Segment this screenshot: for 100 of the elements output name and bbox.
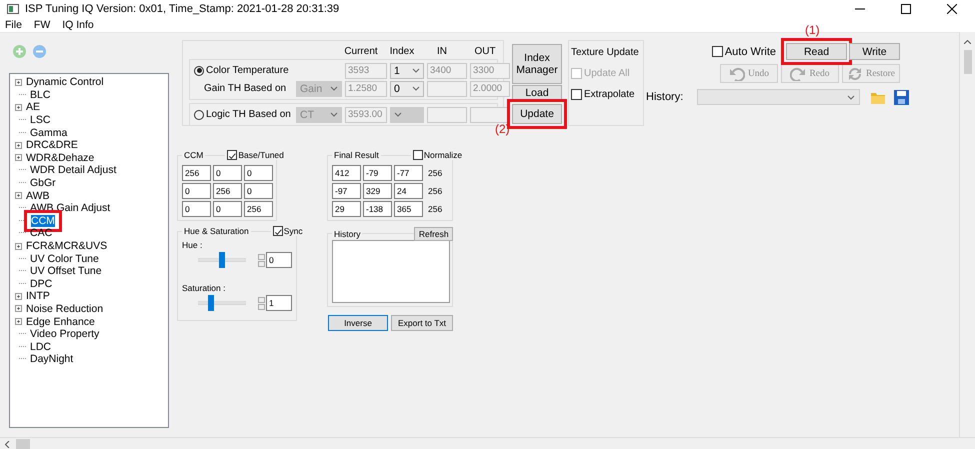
expand-icon[interactable] — [15, 242, 22, 250]
matrix-cell[interactable]: 0 — [182, 201, 211, 217]
tree-item[interactable]: AE — [25, 101, 42, 114]
save-icon[interactable] — [894, 90, 910, 104]
tree-item[interactable]: Video Property — [29, 328, 100, 340]
tree-item[interactable]: LDC — [29, 340, 52, 353]
slider-thumb[interactable] — [219, 252, 225, 268]
tree-item[interactable]: BLC — [29, 88, 52, 101]
action-button[interactable]: Inverse — [328, 315, 388, 331]
scroll-up-icon[interactable] — [964, 40, 971, 44]
text-field[interactable] — [470, 106, 510, 122]
tree-item[interactable]: Noise Reduction — [25, 302, 104, 315]
spin-buttons[interactable] — [258, 254, 265, 266]
matrix-cell[interactable]: 0 — [213, 165, 242, 181]
tree-item[interactable]: Edge Enhance — [25, 316, 96, 328]
caret-icon — [412, 86, 420, 91]
matrix-cell[interactable]: 29 — [332, 201, 361, 217]
group-title: Final Result — [332, 150, 381, 160]
slider-label: Saturation : — [182, 283, 226, 293]
refresh-icon — [846, 66, 863, 80]
matrix-cell[interactable]: 329 — [363, 183, 392, 199]
group-title: Hue & Saturation — [182, 226, 251, 236]
slider-label: Hue : — [182, 240, 202, 250]
expand-icon[interactable] — [15, 318, 22, 326]
tree-item[interactable]: LSC — [29, 114, 52, 126]
matrix-cell[interactable]: 0 — [213, 201, 242, 217]
tree-item[interactable]: INTP — [25, 290, 51, 302]
scale-value: 256 — [428, 168, 442, 178]
expand-icon[interactable] — [15, 104, 22, 111]
expand-icon[interactable] — [15, 292, 22, 300]
action-button[interactable]: Index Manager — [512, 44, 562, 84]
radio-button[interactable]: Color Temperature — [194, 65, 342, 76]
matrix-cell[interactable]: -97 — [332, 183, 361, 199]
tree-item[interactable]: DayNight — [29, 353, 74, 366]
menu-item[interactable]: File — [5, 19, 22, 31]
tree-item[interactable]: Dynamic Control — [25, 76, 105, 88]
close-icon[interactable] — [947, 4, 957, 14]
menu-item[interactable]: IQ Info — [62, 19, 94, 31]
tree-item[interactable]: UV Offset Tune — [29, 265, 103, 278]
tree-item[interactable]: DRC&DRE — [25, 139, 79, 152]
column-header: Index — [388, 46, 416, 56]
vertical-scrollbar[interactable] — [959, 32, 975, 437]
expand-icon[interactable] — [15, 142, 22, 149]
caret-icon — [412, 68, 420, 73]
matrix-cell[interactable]: 412 — [332, 165, 361, 181]
radio-button[interactable]: Logic TH Based on — [194, 109, 293, 120]
dropdown[interactable]: 1 — [390, 62, 424, 78]
matrix-cell[interactable]: 0 — [182, 183, 211, 199]
matrix-cell[interactable]: 365 — [394, 201, 423, 217]
column-header: IN — [436, 46, 448, 56]
matrix-cell[interactable]: 256 — [244, 201, 273, 217]
scroll-left-icon[interactable] — [4, 440, 10, 448]
action-button[interactable]: Write — [849, 43, 900, 60]
tree-item[interactable]: GbGr — [29, 177, 57, 190]
checkbox[interactable]: Normalize — [410, 150, 464, 160]
expand-icon[interactable] — [15, 154, 22, 162]
scroll-thumb[interactable] — [964, 50, 972, 74]
checkbox[interactable]: Auto Write — [712, 46, 776, 58]
checkbox[interactable]: Sync — [270, 226, 305, 236]
matrix-cell[interactable]: -79 — [363, 165, 392, 181]
matrix-cell[interactable]: -138 — [363, 201, 392, 217]
tree-item[interactable]: UV Color Tune — [29, 252, 100, 265]
window-title: ISP Tuning IQ Version: 0x01, Time_Stamp: 2021-01-28 20:31:39 — [25, 3, 340, 15]
tree-item[interactable]: AWB — [25, 190, 51, 202]
slider-thumb[interactable] — [208, 295, 214, 311]
tree-item[interactable]: FCR&MCR&UVS — [25, 240, 108, 252]
field-label: History: — [646, 91, 684, 103]
expand-icon[interactable] — [15, 192, 22, 200]
maximize-icon[interactable] — [901, 4, 911, 14]
tree-item[interactable]: WDR Detail Adjust — [29, 164, 118, 176]
horizontal-scrollbar[interactable] — [0, 437, 975, 449]
matrix-cell[interactable]: 256 — [213, 183, 242, 199]
checkbox[interactable]: Extrapolate — [571, 89, 641, 100]
group-title: CCM — [182, 150, 206, 160]
dropdown[interactable]: 0 — [390, 80, 424, 96]
menu-item[interactable]: FW — [34, 19, 50, 31]
action-button[interactable]: Export to Txt — [391, 315, 453, 331]
text-field[interactable] — [427, 80, 467, 96]
scroll-thumb[interactable] — [16, 438, 30, 449]
undo-icon — [728, 66, 745, 80]
text-field[interactable] — [427, 106, 467, 122]
matrix-cell[interactable]: -77 — [394, 165, 423, 181]
scale-value: 256 — [428, 204, 442, 214]
checkmark-icon — [228, 151, 236, 161]
refresh-button[interactable]: Refresh — [414, 227, 453, 241]
group-title: Texture Update — [571, 47, 640, 58]
number-field[interactable]: 1 — [266, 295, 292, 311]
expand-icon[interactable] — [15, 305, 22, 312]
tree-item[interactable]: DPC — [29, 278, 54, 290]
number-field[interactable]: 0 — [266, 252, 292, 268]
matrix-cell[interactable]: 24 — [394, 183, 423, 199]
matrix-cell[interactable]: 0 — [244, 165, 273, 181]
tree-item[interactable]: WDR&Dehaze — [25, 152, 96, 164]
checkbox[interactable]: Base/Tuned — [225, 150, 286, 160]
expand-icon[interactable] — [15, 78, 22, 86]
matrix-cell[interactable]: 0 — [244, 183, 273, 199]
history-list[interactable] — [332, 240, 450, 303]
tree-item[interactable]: Gamma — [29, 126, 68, 139]
matrix-cell[interactable]: 256 — [182, 165, 211, 181]
spin-buttons[interactable] — [258, 296, 265, 310]
